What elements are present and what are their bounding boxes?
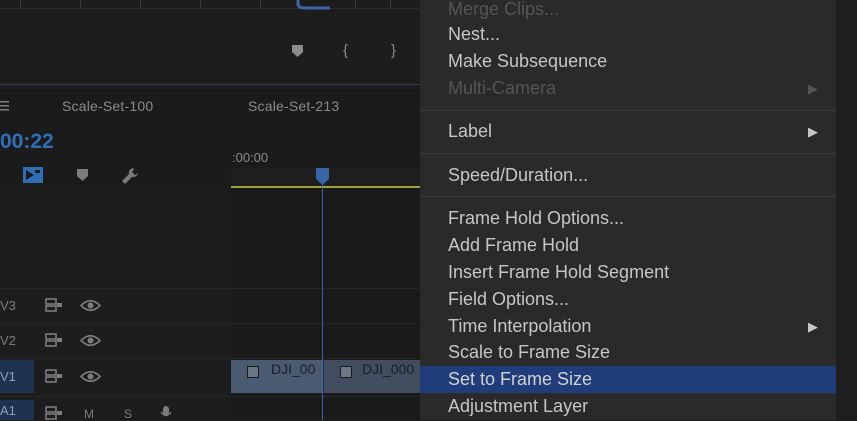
track-divider <box>0 396 420 397</box>
menu-item-label: Label <box>448 121 493 141</box>
submenu-arrow-icon: ▶ <box>808 124 818 139</box>
menu-item-label: Adjustment Layer <box>448 396 589 416</box>
menu-item-frame-hold-options[interactable]: Frame Hold Options... <box>420 205 836 232</box>
add-marker-icon[interactable] <box>76 168 89 182</box>
menu-item-label: Nest... <box>448 24 501 44</box>
sync-lock-icon[interactable] <box>45 333 63 347</box>
submenu-arrow-icon: ▶ <box>808 319 818 334</box>
monitor-playhead-icon[interactable] <box>296 0 332 10</box>
menu-item-add-frame-hold[interactable]: Add Frame Hold <box>420 232 836 259</box>
menu-separator <box>420 196 836 197</box>
clip-name: DJI_00 <box>271 361 316 377</box>
clip-dji-000[interactable]: DJI_000 <box>324 360 420 393</box>
ruler-start-time: :00:00 <box>232 150 269 165</box>
menu-item-label: Set to Frame Size <box>448 369 593 389</box>
playhead-timecode[interactable]: 00:22 <box>0 130 54 154</box>
clip-dji-00[interactable]: DJI_00 <box>231 360 324 393</box>
fx-badge-icon <box>247 366 259 378</box>
clip-name: DJI_000 <box>362 361 415 377</box>
mark-in-button[interactable]: { <box>343 42 348 59</box>
ruler-tick <box>260 0 261 8</box>
toggle-visibility-eye-icon[interactable] <box>80 334 101 347</box>
submenu-arrow-icon: ▶ <box>808 81 818 96</box>
menu-item-label: Make Subsequence <box>448 51 608 71</box>
track-v2-label[interactable]: V2 <box>0 333 16 348</box>
menu-item-label: Merge Clips... <box>448 0 560 19</box>
menu-item-label: Time Interpolation <box>448 316 592 336</box>
menu-item-label[interactable]: Label ▶ <box>420 118 836 145</box>
add-marker-icon[interactable] <box>291 44 304 58</box>
menu-separator <box>420 153 836 154</box>
menu-item-time-interpolation[interactable]: Time Interpolation ▶ <box>420 313 836 340</box>
toggle-visibility-eye-icon[interactable] <box>80 299 101 312</box>
ruler-tick <box>140 0 141 8</box>
menu-separator <box>420 110 836 111</box>
menu-item-nest[interactable]: Nest... <box>420 21 836 48</box>
playhead-line[interactable] <box>322 176 323 420</box>
track-a1-label[interactable]: A1 <box>0 403 16 418</box>
a1-solo-button[interactable]: S <box>124 407 132 421</box>
ruler-tick <box>355 0 356 8</box>
ruler-tick <box>200 0 201 8</box>
hamburger-icon[interactable] <box>0 100 10 112</box>
menu-item-field-options[interactable]: Field Options... <box>420 286 836 313</box>
fx-badge-icon <box>340 366 352 378</box>
mark-out-button[interactable]: } <box>391 42 396 59</box>
menu-item-label: Add Frame Hold <box>448 235 580 255</box>
sync-lock-icon[interactable] <box>45 298 63 312</box>
toggle-visibility-eye-icon[interactable] <box>80 370 101 383</box>
menu-item-label: Scale to Frame Size <box>448 342 611 362</box>
menu-item-label: Insert Frame Hold Segment <box>448 262 670 282</box>
menu-item-make-subsequence[interactable]: Make Subsequence <box>420 48 836 75</box>
menu-item-label: Field Options... <box>448 289 570 309</box>
menu-item-label: Speed/Duration... <box>448 165 589 185</box>
menu-item-speed-duration[interactable]: Speed/Duration... <box>420 162 836 189</box>
monitor-divider <box>0 84 420 85</box>
menu-item-adjustment-layer[interactable]: Adjustment Layer <box>420 393 836 420</box>
tab-scale-set-100[interactable]: Scale-Set-100 <box>62 98 153 114</box>
menu-item-set-to-frame-size[interactable]: Set to Frame Size <box>420 366 836 393</box>
menu-item-merge-clips: Merge Clips... <box>420 0 836 23</box>
track-v1-label[interactable]: V1 <box>0 369 16 384</box>
track-divider <box>0 288 420 289</box>
a1-mute-button[interactable]: M <box>84 407 94 421</box>
track-headers <box>0 188 231 420</box>
ruler-tick <box>80 0 81 8</box>
track-divider <box>0 323 420 324</box>
voiceover-record-icon[interactable] <box>158 405 174 420</box>
monitor-ruler <box>0 8 420 9</box>
menu-item-label: Multi-Camera <box>448 78 557 98</box>
wrench-icon[interactable] <box>120 166 140 186</box>
ruler-tick <box>390 0 391 8</box>
monitor-divider-shadow <box>0 90 420 91</box>
playhead-handle-icon[interactable] <box>316 168 329 186</box>
sync-lock-icon[interactable] <box>45 369 63 383</box>
track-divider <box>0 358 420 359</box>
menu-item-scale-to-frame-size[interactable]: Scale to Frame Size <box>420 339 836 366</box>
menu-item-label: Frame Hold Options... <box>448 208 625 228</box>
sync-lock-icon[interactable] <box>45 406 63 420</box>
nest-toggle-icon[interactable] <box>22 165 44 185</box>
right-panel-edge <box>836 0 857 420</box>
ruler-tick <box>20 0 21 8</box>
menu-item-insert-frame-hold-segment[interactable]: Insert Frame Hold Segment <box>420 259 836 286</box>
track-v3-label[interactable]: V3 <box>0 298 16 313</box>
tab-scale-set-213[interactable]: Scale-Set-213 <box>248 98 339 114</box>
menu-item-multi-camera: Multi-Camera ▶ <box>420 75 836 102</box>
